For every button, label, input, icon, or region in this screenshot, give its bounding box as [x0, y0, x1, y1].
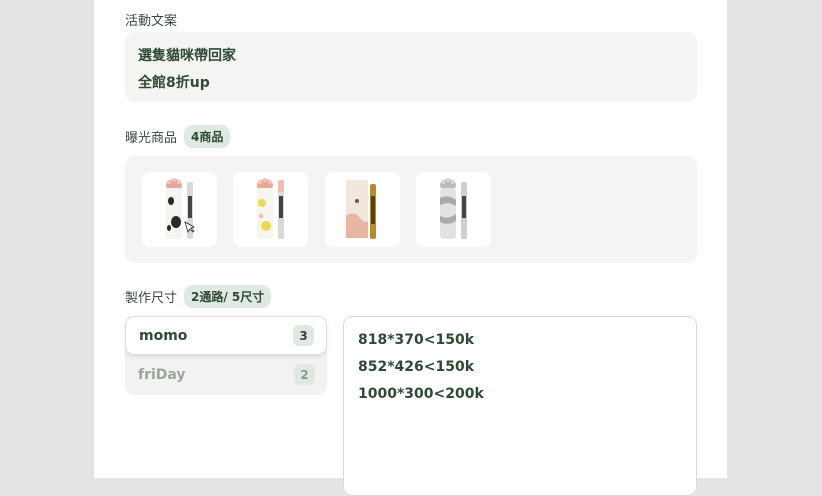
product-thumb-4[interactable] — [416, 172, 491, 247]
campaign-copy-box: 選隻貓咪帶回家 全館8折up — [125, 32, 697, 102]
campaign-copy-line-2: 全館8折up — [138, 75, 210, 91]
product-image-1 — [166, 178, 195, 239]
size-item-3: 1000*300<200k — [358, 386, 484, 402]
sizes-label: 製作尺寸 — [125, 291, 178, 306]
section-products: 曝光商品 4商品 — [125, 125, 231, 148]
product-thumb-1[interactable] — [142, 172, 217, 247]
product-thumb-3[interactable] — [325, 172, 400, 247]
products-label: 曝光商品 — [125, 131, 178, 146]
tab-momo-count: 3 — [293, 325, 314, 346]
products-box — [125, 156, 697, 263]
channel-tabs: momo 3 friDay 2 — [125, 316, 327, 395]
sizes-chip: 2通路/ 5尺寸 — [184, 285, 272, 308]
tab-momo[interactable]: momo 3 — [125, 316, 327, 355]
campaign-copy-line-1: 選隻貓咪帶回家 — [138, 48, 236, 64]
main-panel: 活動文案 選隻貓咪帶回家 全館8折up 曝光商品 4商品 製作尺寸 2通路/ 5… — [94, 0, 727, 496]
product-image-4 — [440, 178, 467, 239]
tab-friday-count: 2 — [294, 364, 315, 385]
tab-friday[interactable]: friDay 2 — [125, 355, 327, 394]
product-image-3 — [346, 180, 376, 239]
section-campaign-copy: 活動文案 — [125, 10, 177, 29]
size-item-2: 852*426<150k — [358, 359, 475, 375]
size-item-1: 818*370<150k — [358, 332, 475, 348]
products-count-chip: 4商品 — [184, 125, 231, 148]
product-thumb-2[interactable] — [233, 172, 308, 247]
section-sizes: 製作尺寸 2通路/ 5尺寸 — [125, 285, 272, 308]
product-image-2 — [257, 178, 284, 239]
tab-friday-label: friDay — [138, 366, 186, 383]
tab-momo-label: momo — [139, 327, 188, 344]
campaign-copy-label: 活動文案 — [125, 14, 178, 29]
size-list-box: 818*370<150k 852*426<150k 1000*300<200k — [343, 316, 697, 496]
